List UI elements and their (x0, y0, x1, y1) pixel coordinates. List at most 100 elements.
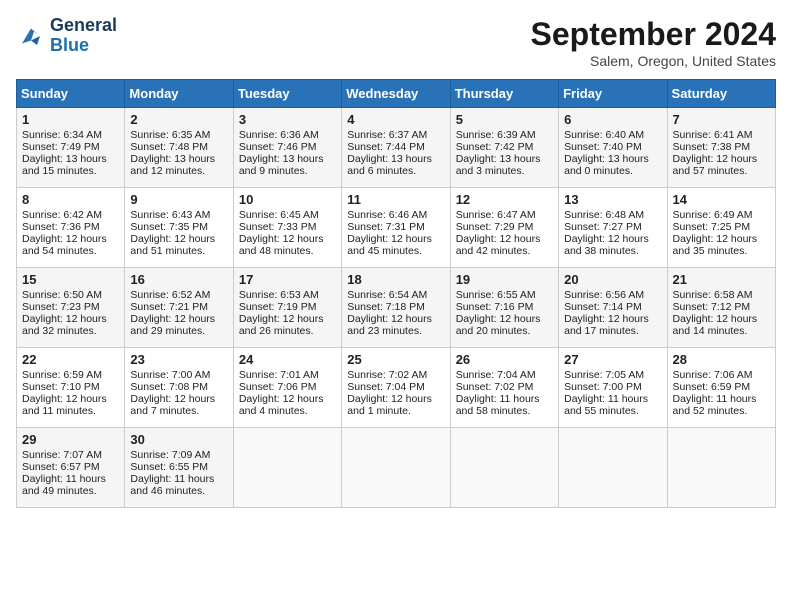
sunrise: Sunrise: 6:48 AM (564, 209, 644, 221)
sunrise: Sunrise: 6:39 AM (456, 129, 536, 141)
sunset: Sunset: 7:16 PM (456, 301, 534, 313)
calendar-cell: 30Sunrise: 7:09 AMSunset: 6:55 PMDayligh… (125, 428, 233, 508)
sunset: Sunset: 7:18 PM (347, 301, 425, 313)
day-number: 20 (564, 272, 661, 287)
daylight: Daylight: 12 hours and 26 minutes. (239, 313, 324, 337)
sunrise: Sunrise: 6:47 AM (456, 209, 536, 221)
sunset: Sunset: 6:57 PM (22, 461, 100, 473)
daylight: Daylight: 12 hours and 48 minutes. (239, 233, 324, 257)
calendar-cell: 9Sunrise: 6:43 AMSunset: 7:35 PMDaylight… (125, 188, 233, 268)
calendar-cell: 22Sunrise: 6:59 AMSunset: 7:10 PMDayligh… (17, 348, 125, 428)
sunset: Sunset: 7:31 PM (347, 221, 425, 233)
day-header-monday: Monday (125, 80, 233, 108)
sunset: Sunset: 7:02 PM (456, 381, 534, 393)
sunrise: Sunrise: 7:04 AM (456, 369, 536, 381)
calendar-body: 1Sunrise: 6:34 AMSunset: 7:49 PMDaylight… (17, 108, 776, 508)
calendar-cell (667, 428, 775, 508)
week-row-3: 15Sunrise: 6:50 AMSunset: 7:23 PMDayligh… (17, 268, 776, 348)
daylight: Daylight: 12 hours and 54 minutes. (22, 233, 107, 257)
logo: General Blue (16, 16, 117, 56)
calendar-cell: 29Sunrise: 7:07 AMSunset: 6:57 PMDayligh… (17, 428, 125, 508)
sunrise: Sunrise: 6:53 AM (239, 289, 319, 301)
sunrise: Sunrise: 7:01 AM (239, 369, 319, 381)
calendar-cell: 7Sunrise: 6:41 AMSunset: 7:38 PMDaylight… (667, 108, 775, 188)
day-number: 10 (239, 192, 336, 207)
sunset: Sunset: 7:14 PM (564, 301, 642, 313)
sunrise: Sunrise: 6:34 AM (22, 129, 102, 141)
day-header-sunday: Sunday (17, 80, 125, 108)
week-row-1: 1Sunrise: 6:34 AMSunset: 7:49 PMDaylight… (17, 108, 776, 188)
daylight: Daylight: 12 hours and 7 minutes. (130, 393, 215, 417)
daylight: Daylight: 13 hours and 6 minutes. (347, 153, 432, 177)
day-number: 19 (456, 272, 553, 287)
daylight: Daylight: 13 hours and 0 minutes. (564, 153, 649, 177)
day-header-thursday: Thursday (450, 80, 558, 108)
day-number: 21 (673, 272, 770, 287)
day-header-tuesday: Tuesday (233, 80, 341, 108)
day-number: 9 (130, 192, 227, 207)
day-number: 16 (130, 272, 227, 287)
day-number: 23 (130, 352, 227, 367)
sunrise: Sunrise: 7:02 AM (347, 369, 427, 381)
sunrise: Sunrise: 7:00 AM (130, 369, 210, 381)
sunset: Sunset: 7:25 PM (673, 221, 751, 233)
day-header-friday: Friday (559, 80, 667, 108)
calendar-cell: 14Sunrise: 6:49 AMSunset: 7:25 PMDayligh… (667, 188, 775, 268)
calendar-cell: 17Sunrise: 6:53 AMSunset: 7:19 PMDayligh… (233, 268, 341, 348)
week-row-5: 29Sunrise: 7:07 AMSunset: 6:57 PMDayligh… (17, 428, 776, 508)
calendar-cell: 25Sunrise: 7:02 AMSunset: 7:04 PMDayligh… (342, 348, 450, 428)
daylight: Daylight: 13 hours and 9 minutes. (239, 153, 324, 177)
title-block: September 2024 Salem, Oregon, United Sta… (531, 16, 776, 69)
day-number: 24 (239, 352, 336, 367)
sunset: Sunset: 7:06 PM (239, 381, 317, 393)
sunset: Sunset: 7:44 PM (347, 141, 425, 153)
calendar-cell: 10Sunrise: 6:45 AMSunset: 7:33 PMDayligh… (233, 188, 341, 268)
daylight: Daylight: 13 hours and 15 minutes. (22, 153, 107, 177)
logo-icon (16, 21, 46, 51)
sunrise: Sunrise: 6:50 AM (22, 289, 102, 301)
daylight: Daylight: 12 hours and 23 minutes. (347, 313, 432, 337)
sunset: Sunset: 7:49 PM (22, 141, 100, 153)
day-number: 18 (347, 272, 444, 287)
daylight: Daylight: 12 hours and 32 minutes. (22, 313, 107, 337)
day-number: 4 (347, 112, 444, 127)
day-number: 11 (347, 192, 444, 207)
sunrise: Sunrise: 6:54 AM (347, 289, 427, 301)
daylight: Daylight: 12 hours and 1 minute. (347, 393, 432, 417)
day-number: 12 (456, 192, 553, 207)
sunrise: Sunrise: 7:06 AM (673, 369, 753, 381)
sunrise: Sunrise: 6:56 AM (564, 289, 644, 301)
calendar-cell: 18 Sunrise: 6:54 AMSunset: 7:18 PMDayligh… (342, 268, 450, 348)
daylight: Daylight: 12 hours and 38 minutes. (564, 233, 649, 257)
calendar-cell: 12Sunrise: 6:47 AMSunset: 7:29 PMDayligh… (450, 188, 558, 268)
sunset: Sunset: 7:36 PM (22, 221, 100, 233)
calendar-cell: 24Sunrise: 7:01 AMSunset: 7:06 PMDayligh… (233, 348, 341, 428)
month-title: September 2024 (531, 16, 776, 53)
daylight: Daylight: 12 hours and 45 minutes. (347, 233, 432, 257)
daylight: Daylight: 11 hours and 46 minutes. (130, 473, 214, 497)
calendar-cell: 13Sunrise: 6:48 AMSunset: 7:27 PMDayligh… (559, 188, 667, 268)
sunset: Sunset: 7:00 PM (564, 381, 642, 393)
sunrise: Sunrise: 6:46 AM (347, 209, 427, 221)
sunrise: Sunrise: 6:52 AM (130, 289, 210, 301)
sunrise: Sunrise: 7:09 AM (130, 449, 210, 461)
day-number: 14 (673, 192, 770, 207)
daylight: Daylight: 12 hours and 17 minutes. (564, 313, 649, 337)
sunset: Sunset: 7:46 PM (239, 141, 317, 153)
calendar-table: SundayMondayTuesdayWednesdayThursdayFrid… (16, 79, 776, 508)
daylight: Daylight: 11 hours and 49 minutes. (22, 473, 106, 497)
sunset: Sunset: 7:38 PM (673, 141, 751, 153)
sunrise: Sunrise: 6:36 AM (239, 129, 319, 141)
calendar-cell: 20 Sunrise: 6:56 AMSunset: 7:14 PMDayligh… (559, 268, 667, 348)
day-number: 6 (564, 112, 661, 127)
daylight: Daylight: 11 hours and 58 minutes. (456, 393, 540, 417)
sunrise: Sunrise: 6:49 AM (673, 209, 753, 221)
week-row-4: 22Sunrise: 6:59 AMSunset: 7:10 PMDayligh… (17, 348, 776, 428)
day-number: 5 (456, 112, 553, 127)
daylight: Daylight: 13 hours and 12 minutes. (130, 153, 215, 177)
sunset: Sunset: 7:27 PM (564, 221, 642, 233)
sunrise: Sunrise: 6:58 AM (673, 289, 753, 301)
calendar-cell (450, 428, 558, 508)
day-number: 27 (564, 352, 661, 367)
sunset: Sunset: 7:42 PM (456, 141, 534, 153)
